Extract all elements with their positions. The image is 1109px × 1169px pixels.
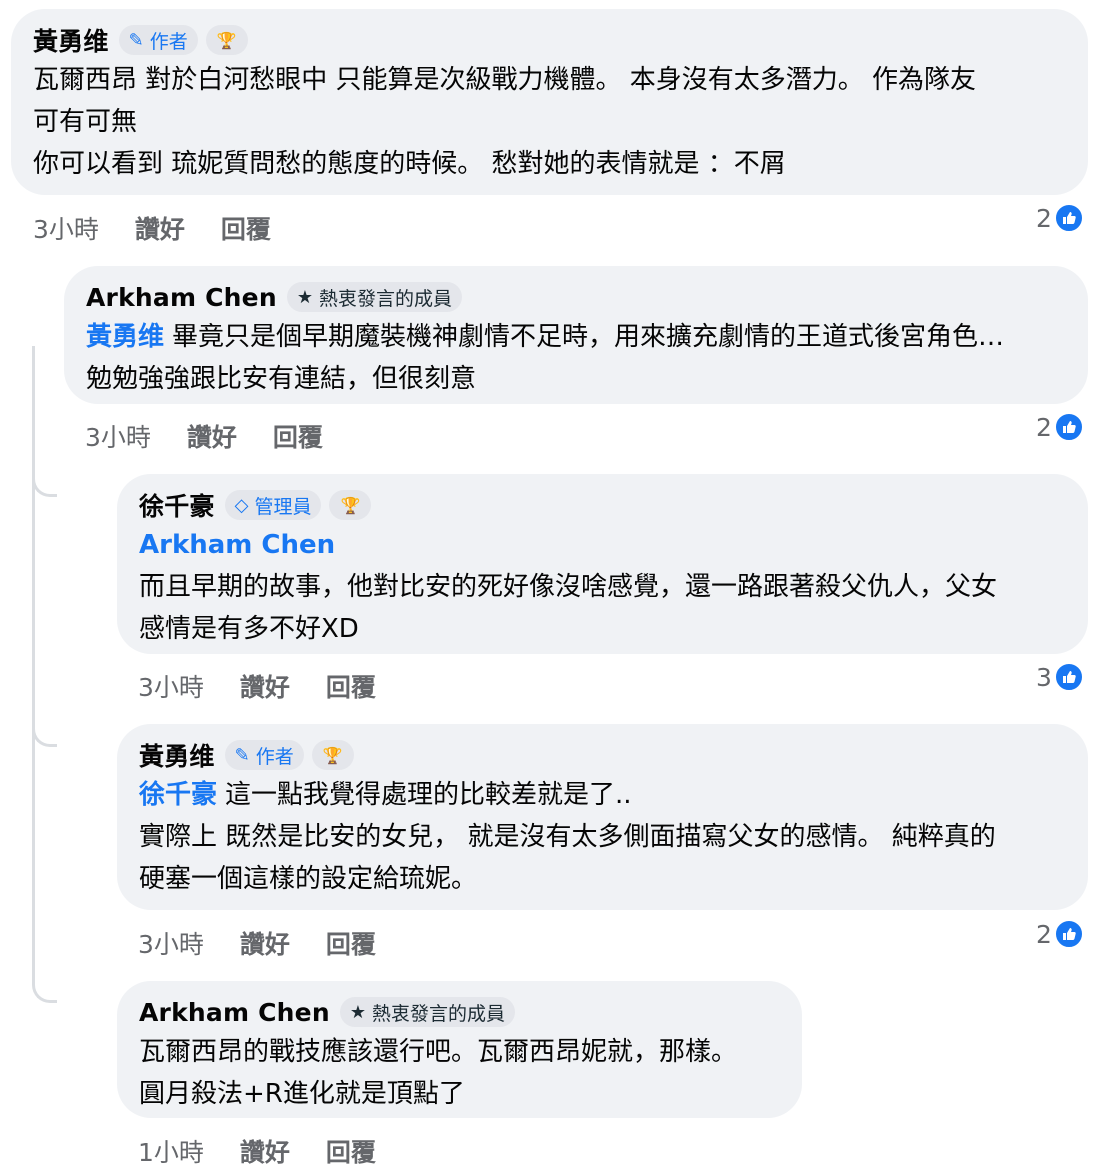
comment-text: 瓦爾西昂的戰技應該還行吧。瓦爾西昂妮就，那樣。 圓月殺法+R進化就是頂點了 (139, 1037, 738, 1109)
pencil-icon: ✎ (234, 744, 250, 766)
reply-button[interactable]: 回覆 (221, 210, 271, 246)
like-button[interactable]: 讚好 (240, 925, 290, 961)
comment-actions: 3小時 讚好 回覆 (33, 210, 271, 246)
like-button[interactable]: 讚好 (240, 668, 290, 704)
comment-author[interactable]: Arkham Chen (139, 998, 330, 1027)
reply-button[interactable]: 回覆 (326, 925, 376, 961)
comment-actions: 3小時 讚好 回覆 (138, 668, 376, 704)
member-badge: ★ 熱衷發言的成員 (286, 282, 462, 312)
thread-line (32, 346, 35, 982)
mention-link[interactable]: Arkham Chen (139, 524, 1064, 566)
star-icon: ★ (296, 286, 313, 308)
reaction-count[interactable]: 2 (1036, 412, 1084, 442)
reply-button[interactable]: 回覆 (326, 1133, 376, 1169)
admin-badge: ◇ 管理員 (224, 490, 322, 520)
trophy-icon[interactable]: 🏆 (205, 25, 248, 55)
author-badge: ✎ 作者 (118, 25, 198, 55)
comment-timestamp[interactable]: 3小時 (85, 418, 151, 454)
like-reaction-icon (1053, 919, 1084, 949)
member-badge: ★ 熱衷發言的成員 (339, 997, 515, 1027)
comment-actions: 1小時 讚好 回覆 (138, 1133, 376, 1169)
comment-text: 黃勇维 畢竟只是個早期魔裝機神劇情不足時，用來擴充劇情的王道式後宮角色… 勉勉強強… (86, 322, 1005, 394)
comment-text: Arkham Chen 而且早期的故事，他對比安的死好像沒啥感覺，還一路跟著殺父… (139, 524, 1064, 650)
like-reaction-icon (1053, 203, 1084, 233)
star-icon: ★ (349, 1001, 366, 1023)
author-badge: ✎ 作者 (224, 740, 304, 770)
comment-author[interactable]: 黃勇维 (33, 22, 109, 58)
comment-author[interactable]: 黃勇维 (139, 737, 215, 773)
thread-connector (32, 460, 57, 497)
comment-author[interactable]: 徐千豪 (139, 487, 215, 523)
comment-timestamp[interactable]: 3小時 (138, 925, 204, 961)
comment-timestamp[interactable]: 3小時 (138, 668, 204, 704)
like-button[interactable]: 讚好 (240, 1133, 290, 1169)
comment-actions: 3小時 讚好 回覆 (85, 418, 323, 454)
comment-timestamp[interactable]: 3小時 (33, 210, 99, 246)
like-button[interactable]: 讚好 (135, 210, 185, 246)
comment-bubble: Arkham Chen ★ 熱衷發言的成員 瓦爾西昂的戰技應該還行吧。瓦爾西昂妮就… (117, 981, 802, 1118)
thread-connector (32, 710, 57, 747)
mention-link[interactable]: 黃勇维 (86, 322, 164, 352)
pencil-icon: ✎ (128, 29, 144, 51)
comment-text: 徐千豪 這一點我覺得處理的比較差就是了.. 實際上 既然是比安的女兒， 就是沒有太… (139, 780, 996, 894)
comment-bubble: Arkham Chen ★ 熱衷發言的成員 黃勇维 畢竟只是個早期魔裝機神劇情不足時… (64, 266, 1088, 404)
admin-shield-icon: ◇ (234, 494, 249, 516)
comment-actions: 3小時 讚好 回覆 (138, 925, 376, 961)
comment-timestamp[interactable]: 1小時 (138, 1133, 204, 1169)
comment-author[interactable]: Arkham Chen (86, 283, 277, 312)
reaction-count[interactable]: 2 (1036, 203, 1084, 233)
comment-bubble: 黃勇维 ✎ 作者 🏆 徐千豪 這一點我覺得處理的比較差就是了.. 實際上 既然是比安… (117, 724, 1088, 910)
comment-bubble: 徐千豪 ◇ 管理員 🏆 Arkham Chen 而且早期的故事，他對比安的死好像沒… (117, 474, 1088, 654)
thread-connector (32, 960, 57, 1003)
comment-text: 瓦爾西昂 對於白河愁眼中 只能算是次級戰力機體。 本身沒有太多潛力。 作為隊友 … (33, 65, 977, 179)
comment-bubble: 黃勇维 ✎ 作者 🏆 瓦爾西昂 對於白河愁眼中 只能算是次級戰力機體。 本身沒有太… (11, 9, 1088, 195)
reply-button[interactable]: 回覆 (273, 418, 323, 454)
like-reaction-icon (1053, 412, 1084, 442)
reaction-count[interactable]: 3 (1036, 662, 1084, 692)
mention-link[interactable]: 徐千豪 (139, 780, 217, 810)
reaction-count[interactable]: 2 (1036, 919, 1084, 949)
trophy-icon[interactable]: 🏆 (311, 740, 354, 770)
reply-button[interactable]: 回覆 (326, 668, 376, 704)
trophy-icon[interactable]: 🏆 (329, 490, 372, 520)
like-reaction-icon (1053, 662, 1084, 692)
like-button[interactable]: 讚好 (187, 418, 237, 454)
